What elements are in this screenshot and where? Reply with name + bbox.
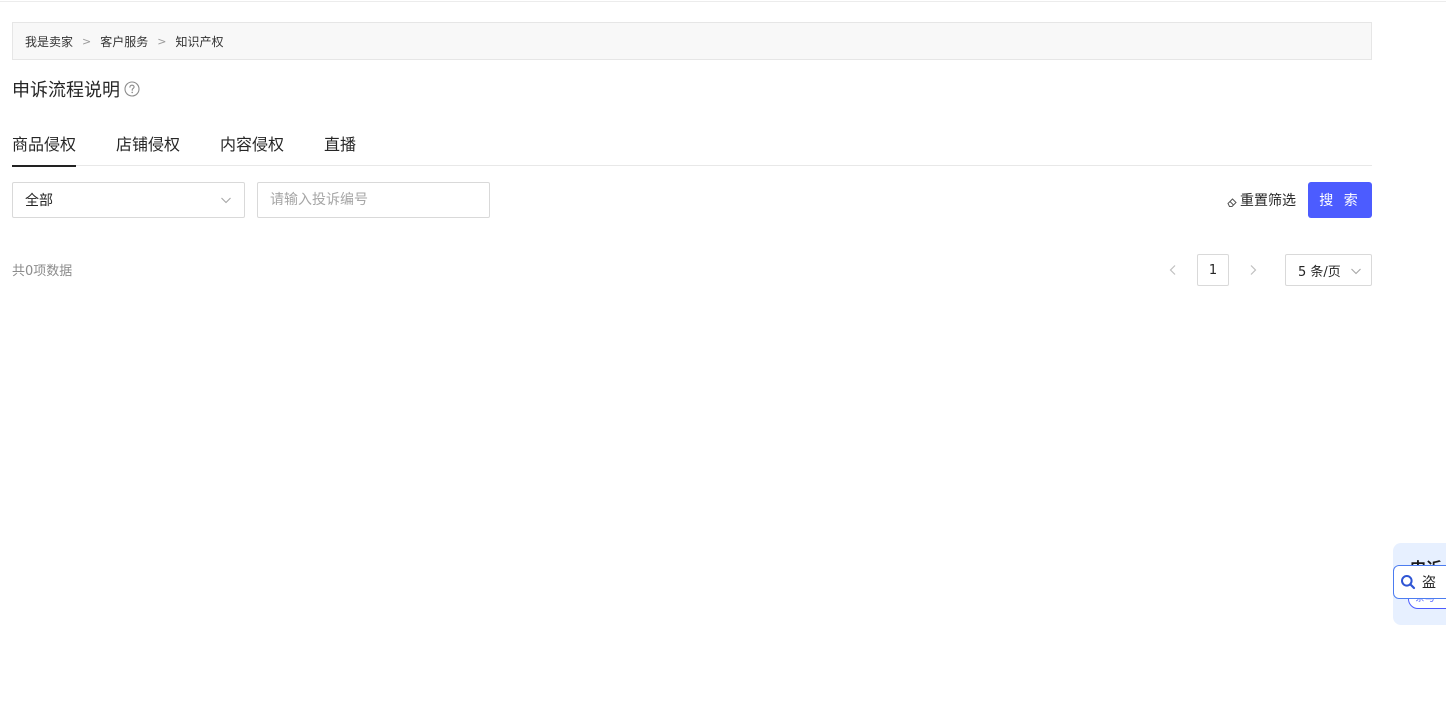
breadcrumb-separator: > [82,34,92,48]
page-number-button[interactable]: 1 [1197,254,1229,286]
chevron-left-icon [1169,265,1176,275]
search-button[interactable]: 搜 索 [1308,182,1372,218]
tab-product-infringement[interactable]: 商品侵权 [12,126,77,167]
page-title-row: 申诉流程说明 [12,76,140,102]
tab-live[interactable]: 直播 [324,126,356,166]
chevron-down-icon [221,197,231,204]
search-icon [1401,575,1416,590]
reset-filter-button[interactable]: 重置筛选 [1226,190,1296,210]
total-count: 共0项数据 [12,264,73,279]
top-divider [0,0,1446,2]
tab-store-infringement[interactable]: 店铺侵权 [116,126,180,166]
eraser-icon [1227,197,1237,207]
category-select-value: 全部 [25,193,53,209]
reset-filter-label: 重置筛选 [1240,193,1296,209]
next-page-button[interactable] [1245,262,1261,278]
breadcrumb-separator: > [157,34,167,48]
page-title: 申诉流程说明 [12,80,120,101]
prev-page-button[interactable] [1165,262,1181,278]
page-size-select[interactable]: 5 条/页 [1285,254,1372,286]
complaint-id-input[interactable] [257,182,490,218]
breadcrumb: 我是卖家 > 客户服务 > 知识产权 [12,22,1372,60]
breadcrumb-item-seller[interactable]: 我是卖家 [25,33,73,50]
breadcrumb-item-ip: 知识产权 [175,34,224,49]
chevron-right-icon [1250,265,1257,275]
tab-content-infringement[interactable]: 内容侵权 [220,126,284,166]
tab-bar: 商品侵权 店铺侵权 内容侵权 直播 [12,126,1372,167]
floating-search-label: 盗 [1422,575,1436,591]
chevron-down-icon [1351,268,1361,275]
category-select[interactable]: 全部 [12,182,245,218]
page-size-value: 5 条/页 [1298,264,1341,280]
floating-search-box[interactable]: 盗 [1393,565,1446,599]
help-icon[interactable] [124,81,140,97]
breadcrumb-item-customer-service[interactable]: 客户服务 [100,33,148,50]
